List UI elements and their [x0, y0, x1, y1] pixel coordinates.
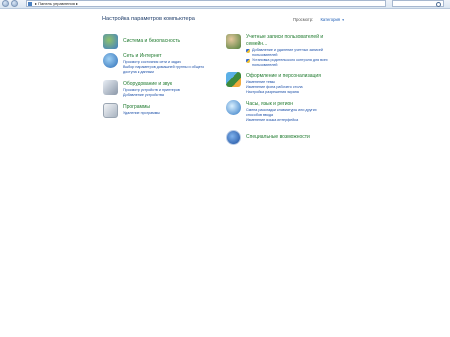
address-arrow: ▸ — [35, 1, 38, 6]
category-title-system-security[interactable]: Система и безопасность — [123, 38, 180, 44]
link-parental-controls-cont[interactable]: пользователей — [252, 63, 277, 67]
clock-region-icon[interactable] — [226, 100, 241, 115]
address-path[interactable]: Панель управления — [38, 1, 75, 6]
ease-of-access-icon[interactable] — [226, 130, 241, 145]
link-screen-resolution[interactable]: Настройка разрешения экрана — [246, 90, 299, 94]
page-title: Настройка параметров компьютера — [102, 16, 195, 22]
link-keyboard-layout[interactable]: Смена раскладки клавиатуры или других — [246, 108, 317, 112]
category-title-appearance[interactable]: Оформление и персонализация — [246, 73, 321, 79]
network-internet-icon[interactable] — [103, 53, 118, 68]
explorer-toolbar: ▸ Панель управления ▸ — [0, 0, 450, 9]
user-accounts-icon[interactable] — [226, 34, 241, 49]
link-devices-printers[interactable]: Просмотр устройств и принтеров — [123, 88, 180, 92]
link-uninstall-program[interactable]: Удаление программы — [123, 111, 160, 115]
category-title-clock-region[interactable]: Часы, язык и регион — [246, 101, 293, 107]
chevron-down-icon[interactable]: ▾ — [342, 18, 344, 22]
hardware-sound-icon[interactable] — [103, 80, 118, 95]
control-panel-icon — [28, 2, 32, 6]
search-icon — [436, 2, 441, 7]
back-button[interactable] — [2, 0, 9, 7]
link-keyboard-layout-cont[interactable]: способов ввода — [246, 113, 273, 117]
link-display-language[interactable]: Изменение языка интерфейса — [246, 118, 298, 122]
view-by-dropdown[interactable]: Категория — [320, 17, 340, 22]
address-arrow-end[interactable]: ▸ — [76, 1, 78, 6]
programs-icon[interactable] — [103, 103, 118, 118]
category-title-network-internet[interactable]: Сеть и Интернет — [123, 53, 162, 59]
uac-shield-icon — [246, 49, 250, 53]
search-input[interactable] — [392, 0, 444, 7]
category-title-ease-of-access[interactable]: Специальные возможности — [246, 134, 310, 140]
uac-shield-icon — [246, 59, 250, 63]
system-security-icon[interactable] — [103, 34, 118, 49]
link-homegroup-cont[interactable]: доступа к данным — [123, 70, 154, 74]
view-by-label: Просмотр: — [293, 17, 314, 22]
view-by: Просмотр: Категория ▾ — [293, 17, 344, 22]
link-add-device[interactable]: Добавление устройства — [123, 93, 164, 97]
link-change-background[interactable]: Изменение фона рабочего стола — [246, 85, 303, 89]
category-title-user-accounts-cont[interactable]: семейн... — [246, 41, 267, 47]
link-change-theme[interactable]: Изменение темы — [246, 80, 275, 84]
forward-button[interactable] — [11, 0, 18, 7]
address-bar[interactable]: ▸ Панель управления ▸ — [26, 0, 386, 7]
link-parental-controls[interactable]: Установка родительского контроля для все… — [252, 58, 328, 62]
link-add-remove-accounts-cont[interactable]: пользователей — [252, 53, 277, 57]
category-title-programs[interactable]: Программы — [123, 104, 150, 110]
link-add-remove-accounts[interactable]: Добавление и удаление учетных записей — [252, 48, 323, 52]
category-title-user-accounts[interactable]: Учетные записи пользователей и — [246, 34, 323, 40]
link-homegroup[interactable]: Выбор параметров домашней группы и общег… — [123, 65, 204, 69]
link-network-status[interactable]: Просмотр состояния сети и задач — [123, 60, 181, 64]
category-title-hardware-sound[interactable]: Оборудование и звук — [123, 81, 172, 87]
appearance-icon[interactable] — [226, 72, 241, 87]
